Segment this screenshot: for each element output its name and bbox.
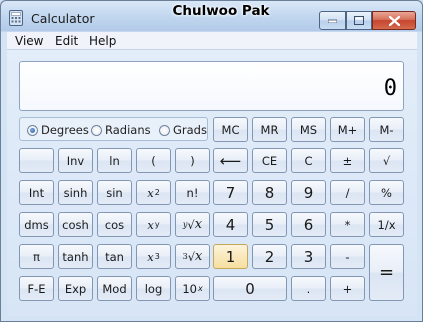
memory-store-button[interactable]: MS	[291, 117, 326, 142]
log-button[interactable]: log	[136, 276, 171, 301]
digit-5-button[interactable]: 5	[252, 212, 287, 237]
digit-7-button[interactable]: 7	[213, 180, 248, 205]
close-button[interactable]	[372, 11, 416, 30]
power-base: x	[147, 217, 154, 232]
sin-button[interactable]: sin	[97, 180, 132, 205]
cube-root-radical: √	[187, 249, 196, 264]
ten-power-exponent: x	[197, 284, 203, 293]
cube-root-operand: x	[195, 249, 203, 264]
plus-minus-button[interactable]: ±	[330, 148, 365, 173]
inverse-button[interactable]: Inv	[58, 148, 93, 173]
cos-button[interactable]: cos	[97, 212, 132, 237]
radio-grads[interactable]: Grads	[159, 123, 207, 137]
digit-3-button[interactable]: 3	[291, 244, 326, 269]
memory-recall-button[interactable]: MR	[252, 117, 287, 142]
radio-label: Radians	[105, 123, 151, 137]
cube-button[interactable]: x3	[136, 244, 171, 269]
result-display: 0	[19, 61, 404, 111]
open-paren-button[interactable]: (	[136, 148, 171, 173]
square-exponent: 2	[154, 188, 160, 197]
cube-exponent: 3	[154, 252, 160, 261]
decimal-button[interactable]: .	[291, 276, 326, 301]
user-label: Chulwoo Pak	[172, 3, 270, 19]
sinh-button[interactable]: sinh	[58, 180, 93, 205]
factorial-button[interactable]: n!	[175, 180, 210, 205]
natural-log-button[interactable]: ln	[97, 148, 132, 173]
minimize-icon	[328, 19, 337, 23]
radio-unselected-icon	[91, 124, 102, 136]
digit-0-button[interactable]: 0	[213, 276, 287, 301]
tan-button[interactable]: tan	[97, 244, 132, 269]
power-button[interactable]: xy	[136, 212, 171, 237]
radio-radians[interactable]: Radians	[91, 123, 151, 137]
modulo-button[interactable]: Mod	[97, 276, 132, 301]
menu-help[interactable]: Help	[89, 34, 116, 48]
add-button[interactable]: +	[330, 276, 365, 301]
maximize-button[interactable]	[346, 11, 372, 30]
radio-label: Grads	[173, 123, 207, 137]
digit-2-button[interactable]: 2	[252, 244, 287, 269]
square-base: x	[147, 185, 154, 200]
multiply-button[interactable]: *	[330, 212, 365, 237]
close-paren-button[interactable]: )	[175, 148, 210, 173]
menu-view[interactable]: View	[15, 34, 43, 48]
digit-8-button[interactable]: 8	[252, 180, 287, 205]
maximize-icon	[354, 16, 364, 25]
percent-button[interactable]: %	[369, 180, 404, 205]
menu-bar: View Edit Help	[7, 32, 417, 50]
yroot-radical: √	[187, 217, 195, 232]
memory-subtract-button[interactable]: M-	[369, 117, 404, 142]
title-bar[interactable]: Calculator Chulwoo Pak	[1, 1, 422, 31]
menu-edit[interactable]: Edit	[55, 34, 78, 48]
calculator-app-icon	[9, 10, 23, 26]
subtract-button[interactable]: -	[330, 244, 365, 269]
yroot-operand: x	[194, 217, 203, 232]
radio-selected-icon	[27, 124, 38, 136]
tanh-button[interactable]: tanh	[58, 244, 93, 269]
radio-unselected-icon	[159, 124, 170, 136]
exp-button[interactable]: Exp	[58, 276, 93, 301]
power-exponent: y	[154, 220, 160, 229]
dms-button[interactable]: dms	[19, 212, 54, 237]
radio-label: Degrees	[41, 123, 89, 137]
memory-add-button[interactable]: M+	[330, 117, 365, 142]
reciprocal-button[interactable]: 1/x	[369, 212, 404, 237]
equals-button[interactable]: =	[369, 244, 404, 301]
clear-button[interactable]: C	[291, 148, 326, 173]
display-value: 0	[383, 76, 397, 101]
clear-entry-button[interactable]: CE	[252, 148, 287, 173]
square-button[interactable]: x2	[136, 180, 171, 205]
blank-button[interactable]	[19, 148, 54, 173]
minimize-button[interactable]	[319, 11, 346, 30]
angle-mode-group: Degrees Radians Grads	[19, 117, 208, 141]
window-title: Calculator	[31, 11, 95, 26]
close-icon	[388, 15, 400, 26]
cosh-button[interactable]: cosh	[58, 212, 93, 237]
digit-6-button[interactable]: 6	[291, 212, 326, 237]
cube-root-button[interactable]: 3 √ x	[175, 244, 210, 269]
integer-button[interactable]: Int	[19, 180, 54, 205]
cube-base: x	[147, 249, 154, 264]
fixed-exponent-button[interactable]: F-E	[19, 276, 54, 301]
radio-degrees[interactable]: Degrees	[27, 123, 89, 137]
pi-button[interactable]: π	[19, 244, 54, 269]
digit-1-button[interactable]: 1	[213, 244, 248, 269]
digit-9-button[interactable]: 9	[291, 180, 326, 205]
backspace-button[interactable]: ⟵	[213, 148, 248, 173]
digit-4-button[interactable]: 4	[213, 212, 248, 237]
ten-power-button[interactable]: 10 x	[175, 276, 210, 301]
yroot-button[interactable]: y √ x	[175, 212, 210, 237]
square-root-button[interactable]: √	[369, 148, 404, 173]
ten-power-base: 10	[182, 281, 197, 296]
divide-button[interactable]: /	[330, 180, 365, 205]
memory-clear-button[interactable]: MC	[213, 117, 248, 142]
